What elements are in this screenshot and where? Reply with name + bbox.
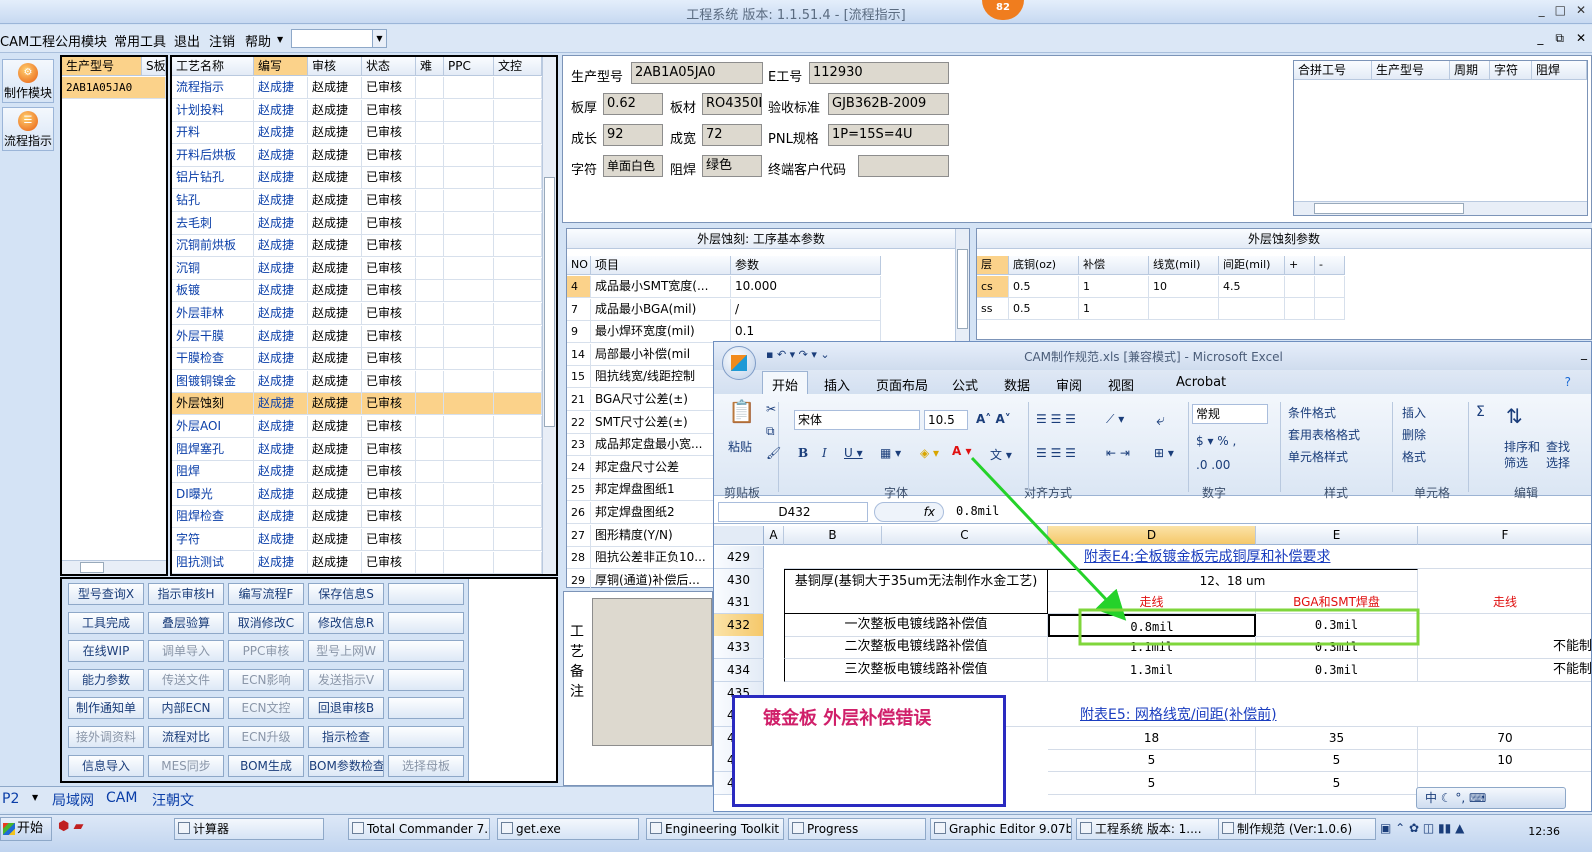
taskbar-item-label: 计算器	[193, 822, 230, 836]
taskbar-item-label: Total Commander 7.0...	[367, 822, 489, 836]
taskbar-item[interactable]: 工程系统 版本: 1....	[1076, 818, 1222, 840]
quicklaunch-icons[interactable]: ⬢ ▰	[58, 819, 158, 834]
taskbar-item[interactable]: Graphic Editor 9.07b2...	[930, 818, 1072, 840]
window-icon	[650, 822, 662, 834]
taskbar-item-label: Engineering Toolkit 9....	[665, 822, 783, 836]
window-icon	[1080, 822, 1092, 834]
status-dropdown-icon[interactable]: ▼	[32, 793, 38, 802]
windows-logo-icon	[3, 823, 15, 835]
taskbar-item-label: Graphic Editor 9.07b2...	[949, 822, 1071, 836]
taskbar-item-label: Progress	[807, 822, 859, 836]
status-lan: 局域网	[52, 793, 94, 809]
taskbar: 开始 ⬢ ▰ 计算器 Total Commander 7.0... get.exe En…	[0, 814, 1592, 852]
taskbar-item[interactable]: get.exe	[497, 818, 639, 840]
window-icon	[178, 822, 190, 834]
taskbar-item-label: 制作规范 (Ver:1.0.6)	[1237, 822, 1353, 836]
taskbar-item-label: 工程系统 版本: 1....	[1095, 822, 1202, 836]
window-icon	[934, 822, 946, 834]
taskbar-item[interactable]: 计算器	[174, 818, 324, 840]
status-user: 汪朝文	[152, 793, 194, 809]
clock: 12:36	[1528, 825, 1560, 838]
taskbar-item[interactable]: 制作规范 (Ver:1.0.6)	[1218, 818, 1376, 840]
highlight-box	[1078, 608, 1420, 646]
annotation-box: 镀金板 外层补偿错误	[732, 695, 1006, 807]
status-bar: P2 ▼ 局域网 CAM 汪朝文	[0, 786, 713, 812]
green-arrow	[970, 456, 1127, 621]
window-icon	[352, 822, 364, 834]
status-cam: CAM	[106, 790, 138, 806]
office-button[interactable]	[722, 346, 756, 380]
annotation-text: 镀金板 外层补偿错误	[763, 708, 932, 729]
ime-toolbar[interactable]: 中 ☾ °, ⌨	[1416, 787, 1566, 809]
start-button[interactable]: 开始	[0, 817, 52, 841]
office-logo-icon	[731, 355, 747, 371]
status-p2[interactable]: P2	[2, 791, 19, 807]
window-icon	[1222, 822, 1234, 834]
taskbar-item[interactable]: Engineering Toolkit 9....	[646, 818, 784, 840]
tray-icons[interactable]: ▣ ⌃ ✿ ◫ ▮▮ ▲	[1380, 821, 1464, 835]
taskbar-item[interactable]: Progress	[788, 818, 926, 840]
window-icon	[792, 822, 804, 834]
taskbar-item[interactable]: Total Commander 7.0...	[348, 818, 490, 840]
window-icon	[501, 822, 513, 834]
taskbar-item-label: get.exe	[516, 822, 561, 836]
